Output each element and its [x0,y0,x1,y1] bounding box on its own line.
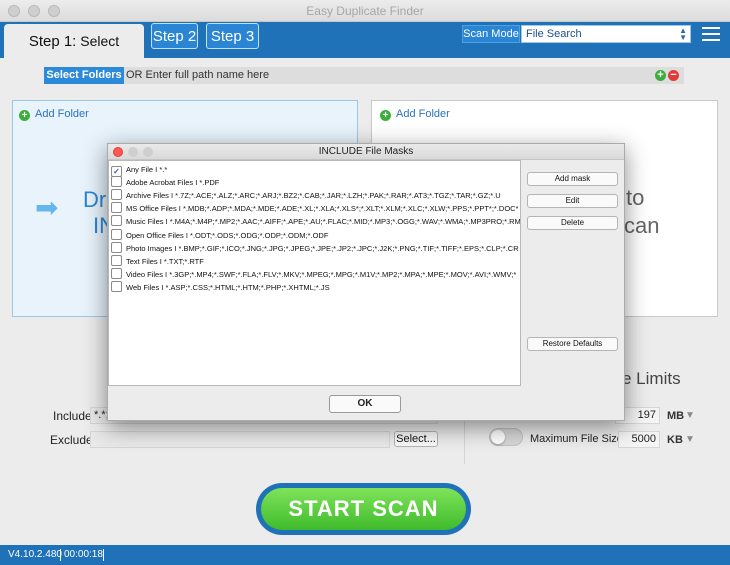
right-text-line2: can [624,213,660,238]
limits-title: e Limits [622,369,681,388]
mask-list-item[interactable]: Adobe Acrobat Files I *.PDF [111,176,219,189]
file-mask-list[interactable]: ✓ Any File I *.* Adobe Acrobat Files I *.P… [108,160,521,386]
mask-label: Any File I *.* [126,165,168,174]
checkbox[interactable] [111,241,122,253]
tab-step-2[interactable]: Step 2 [151,23,198,49]
title-bar: Easy Duplicate Finder [0,0,730,22]
plus-icon: + [380,110,391,121]
version-text: V4.10.2.480 [8,549,62,560]
mask-label: Text Files I *.TXT;*.RTF [126,256,204,266]
checkbox[interactable] [111,267,122,279]
status-separator [103,549,104,561]
header-bar: Step 1: Select Folders Step 2 Step 3 Sca… [0,22,730,84]
mask-label: Web Files I *.ASP;*.CSS;*.HTML;*.HTM;*.P… [126,282,330,292]
mask-list-item[interactable]: Photo Images I *.BMP;*.GIF;*.ICO;*.JNG;*… [111,241,519,255]
right-text-line1: to [626,185,645,210]
start-scan-button[interactable]: START SCAN [261,488,466,530]
min-unit-dropdown-icon[interactable]: ▼ [685,410,695,421]
max-size-label: Maximum File Size [530,433,623,445]
mask-list-item[interactable]: Music Files I *.M4A;*.M4P;*.MP2;*.AAC;*.… [111,215,521,228]
mask-list-item[interactable]: Archive Files I *.7Z;*.ACE;*.ALZ;*.ARC;*… [111,189,501,202]
select-arrows-icon: ▲ ▼ [679,26,687,42]
remove-path-icon[interactable]: − [668,70,679,81]
mask-list-item[interactable]: MS Office Files I *.MDB;*.ADP;*.MDA;*.MD… [111,202,519,215]
hamburger-menu-icon[interactable] [702,27,720,41]
dialog-title-bar: INCLUDE File Masks [108,144,624,160]
mask-label: Photo Images I *.BMP;*.GIF;*.ICO;*.JNG;*… [126,243,519,253]
mask-label: Music Files I *.M4A;*.M4P;*.MP2;*.AAC;*.… [126,217,521,227]
dialog-minimize-button[interactable] [128,147,138,157]
dialog-title: INCLUDE File Masks [318,146,414,157]
mask-label: Archive Files I *.7Z;*.ACE;*.ALZ;*.ARC;*… [126,191,501,201]
tab-step-1[interactable]: Step 1: Select Folders [4,24,144,84]
tab-step-3[interactable]: Step 3 [206,23,259,49]
checkbox[interactable] [111,189,122,201]
mask-list-item[interactable]: Text Files I *.TXT;*.RTF [111,254,204,268]
elapsed-time: 00:00:18 [64,549,103,560]
add-mask-button[interactable]: Add mask [527,172,618,186]
exclude-field[interactable] [90,431,390,448]
checkbox[interactable] [111,215,122,227]
mask-list-item[interactable]: Web Files I *.ASP;*.CSS;*.HTML;*.HTM;*.P… [111,280,330,294]
select-masks-button[interactable]: Select... [394,431,438,447]
add-folder-link-left[interactable]: + Add Folder [19,108,89,121]
max-size-toggle[interactable] [489,428,523,446]
drop-text-line1: Dr [83,187,107,212]
dialog-close-button[interactable] [113,147,123,157]
restore-defaults-button[interactable]: Restore Defaults [527,337,618,351]
scan-mode-value: File Search [526,28,582,40]
mask-list-item[interactable]: Video Files I *.3GP;*.MP4;*.SWF;*.FLA;*.… [111,267,517,281]
ok-button[interactable]: OK [329,395,401,413]
path-bar: Select Folders OR Enter full path name h… [44,67,684,84]
mask-label: MS Office Files I *.MDB;*.ADP;*.MDA;*.MD… [126,204,519,214]
max-unit-dropdown-icon[interactable]: ▼ [685,434,695,445]
mask-label: Video Files I *.3GP;*.MP4;*.SWF;*.FLA;*.… [126,269,517,279]
mask-label: Open Office Files I *.ODT;*.ODS;*.ODG;*.… [126,230,329,240]
checkbox[interactable] [111,202,122,214]
scan-mode-label: Scan Mode [462,25,520,43]
max-size-field[interactable]: 5000 [618,431,660,448]
checkbox[interactable] [111,176,122,188]
add-folder-link-right[interactable]: + Add Folder [380,108,450,121]
arrow-right-icon: ➡ [35,192,59,223]
mask-list-item[interactable]: Open Office Files I *.ODT;*.ODS;*.ODG;*.… [111,228,329,242]
mask-label: Adobe Acrobat Files I *.PDF [126,178,220,188]
add-path-icon[interactable]: + [655,70,666,81]
window-title: Easy Duplicate Finder [306,4,424,18]
scan-mode-select[interactable]: File Search ▲ ▼ [521,25,691,43]
status-separator [60,549,61,561]
mask-list-item[interactable]: ✓ Any File I *.* [111,163,168,177]
checkbox[interactable] [111,280,122,292]
dialog-zoom-button[interactable] [143,147,153,157]
max-size-unit[interactable]: KB [667,434,683,446]
min-size-unit[interactable]: MB [667,410,684,422]
edit-mask-button[interactable]: Edit [527,194,618,208]
checkbox[interactable] [111,228,122,240]
status-bar: V4.10.2.480 00:00:18 [0,545,730,565]
checkbox[interactable] [111,254,122,266]
delete-mask-button[interactable]: Delete [527,216,618,230]
path-input[interactable]: OR Enter full path name here [126,67,269,84]
step1-number: Step 1: [28,33,77,50]
include-file-masks-dialog: INCLUDE File Masks ✓ Any File I *.* Adobe … [107,143,625,421]
start-scan-frame: START SCAN [256,483,471,535]
select-folders-button[interactable]: Select Folders [44,67,124,84]
include-label: Include: [53,409,96,423]
plus-icon: + [19,110,30,121]
